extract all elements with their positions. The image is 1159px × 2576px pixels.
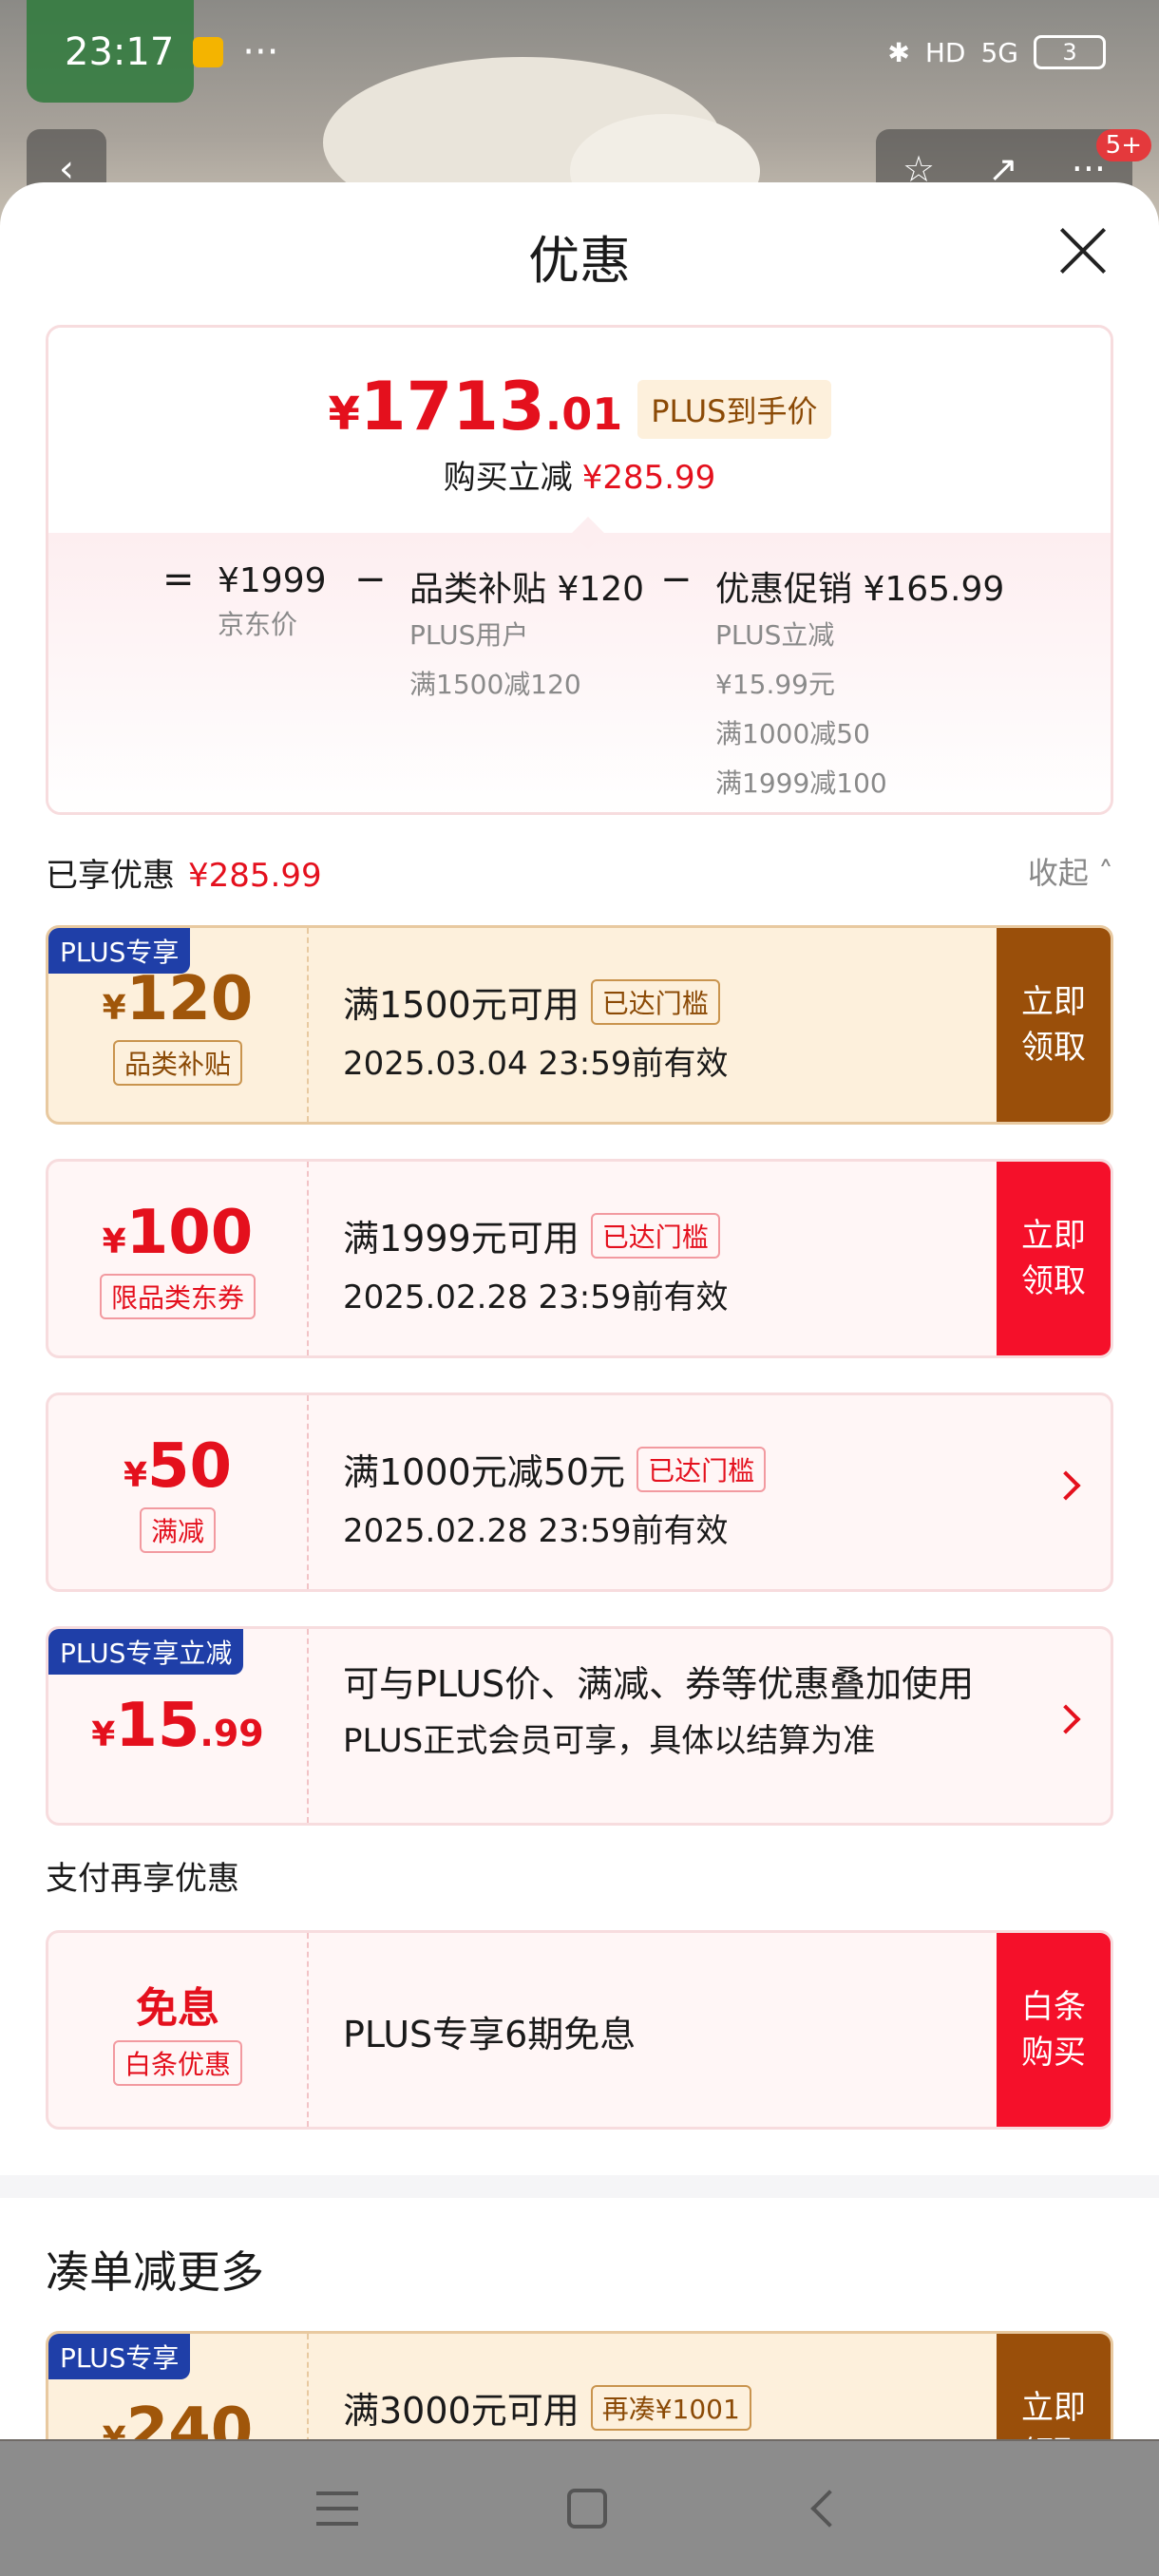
coupon-type-tag: 满减 [139, 1507, 216, 1553]
add-on-label: 凑单减更多 [46, 2246, 264, 2298]
back-icon[interactable] [810, 2490, 848, 2528]
coupon-condition: 满1999元可用 [343, 1218, 580, 1260]
enjoyed-discount-label: 已享优惠 ¥285.99 [46, 857, 322, 895]
add-on-tag: 再凑¥1001 [590, 2384, 751, 2431]
interest-free-title: 免息 [136, 1984, 219, 2033]
bluetooth-icon: ✱ [887, 36, 910, 68]
final-price: ¥1713.01 [328, 368, 623, 445]
coupon-condition: 满1500元可用 [343, 984, 580, 1026]
coupon-note: PLUS正式会员可享，具体以结算为准 [343, 1722, 876, 1760]
chevron-right-icon [1051, 1704, 1081, 1734]
coupon-plus-instant[interactable]: PLUS专享立减 ¥15.99 可与PLUS价、满减、券等优惠叠加使用 PLUS… [46, 1626, 1113, 1826]
coupon-validity: 2025.02.28 23:59前有效 [343, 1512, 729, 1550]
hd-icon: HD [924, 36, 966, 68]
collapse-button[interactable]: 收起 ˄ [1028, 849, 1113, 893]
coupon-type-tag: 白条优惠 [112, 2040, 242, 2086]
coupon-baitiao: 免息 白条优惠 PLUS专享6期免息 白条 购买 [46, 1930, 1113, 2130]
installment-info: PLUS专享6期免息 [343, 2014, 636, 2055]
minus-sign: − [660, 558, 693, 601]
coupon-type-tag: 限品类东券 [99, 1274, 256, 1319]
sheet-title: 优惠 [528, 231, 631, 291]
threshold-tag: 已达门槛 [590, 978, 720, 1025]
coupon-type-tag: 品类补贴 [112, 1040, 242, 1086]
coupon-amount: ¥240 [103, 2396, 254, 2439]
coupon-full-reduction[interactable]: ¥50 满减 满1000元减50元 已达门槛 2025.02.28 23:59前有… [46, 1392, 1113, 1592]
plus-price-tag: PLUS到手价 [637, 380, 831, 439]
coupon-plus-subsidy: PLUS专享 ¥120 品类补贴 满1500元可用 已达门槛 2025.03.04… [46, 925, 1113, 1125]
equals-sign: = [162, 558, 195, 601]
jd-price-col: ¥1999 京东价 [218, 561, 327, 640]
coupon-amount: ¥100 [102, 1198, 254, 1268]
signal-icon: 5G [980, 36, 1018, 68]
pay-discount-label: 支付再享优惠 [46, 1860, 239, 1898]
claim-button[interactable]: 立即领取 [997, 2334, 1111, 2439]
coupon-category-jd: ¥100 限品类东券 满1999元可用 已达门槛 2025.02.28 23:59… [46, 1159, 1113, 1358]
close-icon[interactable] [1056, 224, 1110, 277]
subsidy-col: 品类补贴 ¥120 PLUS用户 满1500减120 [409, 570, 645, 700]
status-time: 23:17 [65, 30, 175, 74]
coupon-condition: 可与PLUS价、满减、券等优惠叠加使用 [343, 1663, 975, 1705]
menu-icon[interactable] [316, 2491, 358, 2526]
coupon-amount: ¥120 [102, 964, 254, 1034]
system-nav-bar [0, 2441, 1159, 2576]
minus-sign: − [354, 558, 387, 601]
home-icon[interactable] [567, 2489, 607, 2529]
coupon-validity: 2025.02.28 23:59前有效 [343, 1279, 729, 1316]
section-divider [0, 2175, 1159, 2198]
promo-col: 优惠促销 ¥165.99 PLUS立减 ¥15.99元 满1000减50 满19… [715, 570, 1005, 799]
claim-button[interactable]: 立即领取 [997, 928, 1111, 1122]
price-summary-card: ¥1713.01 PLUS到手价 购买立减 ¥285.99 = ¥1999 京东价… [46, 325, 1113, 815]
coupon-amount: ¥50 [123, 1431, 233, 1502]
chevron-right-icon [1051, 1470, 1081, 1501]
discount-sheet: 优惠 ¥1713.01 PLUS到手价 购买立减 ¥285.99 = ¥1999 … [0, 182, 1159, 2439]
status-bar: 23:17 ··· ✱ HD 5G 3 [0, 0, 1159, 104]
coupon-condition: 满3000元可用 [343, 2390, 580, 2432]
threshold-tag: 已达门槛 [636, 1446, 767, 1492]
coupon-amount: ¥15.99 [91, 1691, 264, 1761]
notification-icon [193, 37, 224, 67]
coupon-validity: 2025.03.04 23:59前有效 [343, 1045, 729, 1083]
total-reduction: 购买立减 ¥285.99 [443, 459, 716, 497]
baitiao-buy-button[interactable]: 白条 购买 [997, 1933, 1111, 2127]
coupon-add-on: PLUS专享 ¥240 满3000元可用再凑¥1001 立即领取 [46, 2331, 1113, 2439]
chevron-up-icon: ˄ [1098, 855, 1113, 891]
message-badge: 5+ [1095, 129, 1151, 161]
status-more: ··· [242, 30, 279, 74]
threshold-tag: 已达门槛 [590, 1212, 720, 1259]
coupon-condition: 满1000元减50元 [343, 1451, 626, 1493]
battery-icon: 3 [1034, 35, 1106, 69]
claim-button[interactable]: 立即领取 [997, 1162, 1111, 1355]
